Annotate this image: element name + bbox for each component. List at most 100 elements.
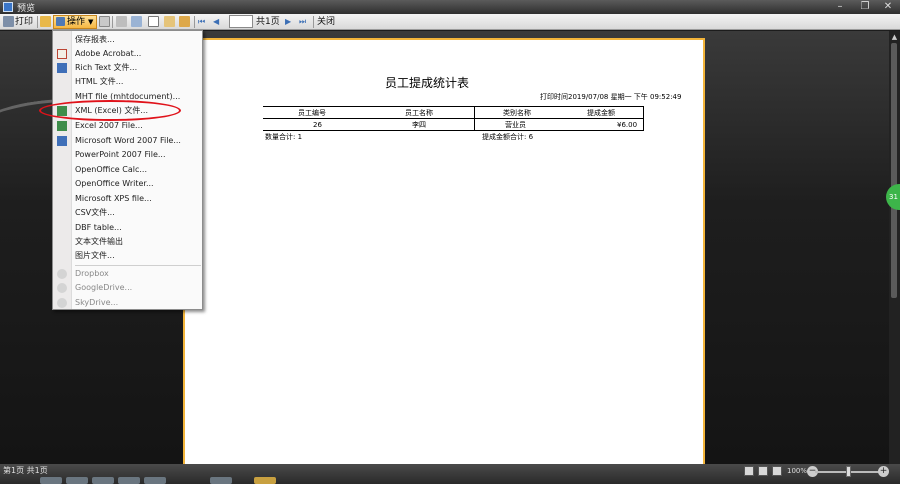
menu-item-text[interactable]: 文本文件输出 (53, 235, 203, 249)
menu-item-label: 图片文件... (75, 251, 115, 260)
menu-item-xps[interactable]: Microsoft XPS file... (53, 192, 203, 206)
report-title: 员工提成统计表 (385, 76, 470, 90)
table-header-line (263, 118, 644, 119)
toolbar-separator (313, 16, 314, 28)
email-icon[interactable] (99, 16, 110, 27)
menu-item-rtf[interactable]: Rich Text 文件... (53, 61, 203, 75)
zoom-in-button[interactable]: + (878, 466, 889, 477)
title-bar: 预览 – ❐ ✕ (0, 0, 900, 14)
menu-item-label: Microsoft XPS file... (75, 194, 152, 203)
menu-item-excel-2007[interactable]: Excel 2007 File... (53, 119, 203, 133)
table-cell: 李四 (412, 121, 426, 129)
menu-item-pdf[interactable]: Adobe Acrobat... (53, 47, 203, 61)
menu-item-openoffice-calc[interactable]: OpenOffice Calc... (53, 163, 203, 177)
single-page-view-icon[interactable] (744, 466, 754, 476)
printer-icon[interactable] (3, 16, 14, 27)
page-setup-icon[interactable] (148, 16, 159, 27)
table-top-line (263, 106, 644, 107)
column-header: 员工编号 (298, 109, 326, 117)
column-header: 员工名称 (405, 109, 433, 117)
two-page-view-icon[interactable] (758, 466, 768, 476)
column-header: 类别名称 (503, 109, 531, 117)
window-title: 预览 (17, 4, 36, 14)
save-icon (56, 17, 65, 26)
next-page-icon[interactable]: ▶ (285, 15, 291, 29)
first-page-icon[interactable]: ⏮ (198, 15, 205, 29)
edit-icon[interactable] (164, 16, 175, 27)
export-button[interactable]: 操作 ▼ (53, 15, 97, 29)
cloud-icon (57, 269, 67, 279)
menu-item-dbf[interactable]: DBF table... (53, 221, 203, 235)
close-preview-button[interactable]: 关闭 (317, 15, 335, 29)
pdf-icon (57, 49, 67, 59)
summary-count: 数量合计: 1 (265, 133, 303, 141)
menu-item-label: Excel 2007 File... (75, 121, 143, 130)
menu-item-label: PowerPoint 2007 File... (75, 150, 166, 159)
cloud-icon (57, 283, 67, 293)
menu-item-label: SkyDrive... (75, 298, 119, 307)
table-cell: ¥6.00 (617, 121, 638, 129)
table-cell: 营业员 (505, 121, 526, 129)
menu-item-label: Adobe Acrobat... (75, 49, 142, 58)
print-time: 打印时间2019/07/08 星期一 下午 09:52:49 (540, 93, 682, 101)
menu-item-label: CSV文件... (75, 208, 115, 217)
total-pages-label: 共1页 (256, 17, 280, 27)
menu-item-image[interactable]: 图片文件... (53, 249, 203, 263)
export-button-label: 操作 (67, 17, 86, 27)
menu-item-label: Microsoft Word 2007 File... (75, 136, 181, 145)
menu-item-save-report[interactable]: 保存报表... (53, 33, 203, 47)
excel-icon (57, 121, 67, 131)
app-icon (3, 2, 13, 12)
prev-page-icon[interactable]: ◀ (213, 15, 219, 29)
watermark-icon[interactable] (179, 16, 190, 27)
table-cell: 26 (313, 121, 322, 129)
toolbar-separator (37, 16, 38, 28)
toolbar: 打印 操作 ▼ ⏮ ◀ 共1页 ▶ ⏭ 关闭 (0, 14, 900, 30)
menu-item-label: HTML 文件... (75, 77, 124, 86)
find-icon[interactable] (116, 16, 127, 27)
column-header: 提成金额 (587, 109, 615, 117)
page-status: 第1页 共1页 (3, 466, 48, 475)
print-button[interactable]: 打印 (15, 15, 33, 29)
menu-item-powerpoint[interactable]: PowerPoint 2007 File... (53, 148, 203, 162)
zoom-level: 100% (787, 467, 808, 475)
menu-item-label: OpenOffice Writer... (75, 179, 154, 188)
menu-item-html[interactable]: HTML 文件... (53, 75, 203, 89)
scroll-up-icon[interactable]: ▲ (891, 33, 898, 41)
menu-item-label: 保存报表... (75, 35, 115, 44)
menu-item-google-drive: GoogleDrive... (53, 281, 203, 295)
menu-item-label: GoogleDrive... (75, 283, 133, 292)
menu-item-csv[interactable]: CSV文件... (53, 206, 203, 220)
word-icon (57, 136, 67, 146)
highlight-ellipse (39, 100, 181, 121)
open-folder-icon[interactable] (40, 16, 51, 27)
word-icon (57, 63, 67, 73)
minimize-button[interactable]: – (832, 0, 848, 14)
multi-page-view-icon[interactable] (772, 466, 782, 476)
menu-item-label: DBF table... (75, 223, 122, 232)
status-bar: 第1页 共1页 100% − + (0, 464, 900, 484)
menu-item-label: 文本文件输出 (75, 237, 123, 246)
menu-item-label: Rich Text 文件... (75, 63, 138, 72)
page-number-input[interactable] (229, 15, 253, 28)
taskbar-strip (0, 477, 300, 484)
menu-separator (75, 265, 201, 266)
table-bottom-line (263, 130, 644, 131)
scrollbar-thumb[interactable] (891, 43, 897, 298)
toolbar-separator (112, 16, 113, 28)
restore-button[interactable]: ❐ (857, 0, 873, 14)
summary-amount: 提成金额合计: 6 (482, 133, 534, 141)
last-page-icon[interactable]: ⏭ (299, 15, 306, 29)
cloud-icon (57, 298, 67, 308)
close-window-button[interactable]: ✕ (880, 0, 896, 14)
menu-item-label: Dropbox (75, 269, 109, 278)
menu-item-skydrive: SkyDrive... (53, 296, 203, 310)
menu-item-word-2007[interactable]: Microsoft Word 2007 File... (53, 134, 203, 148)
toolbar-separator (194, 16, 195, 28)
menu-item-label: OpenOffice Calc... (75, 165, 147, 174)
export-menu: 保存报表... Adobe Acrobat... Rich Text 文件...… (52, 30, 203, 310)
vertical-scrollbar[interactable]: ▲ (889, 31, 900, 464)
zoom-slider-knob[interactable] (846, 466, 851, 477)
menu-item-openoffice-writer[interactable]: OpenOffice Writer... (53, 177, 203, 191)
single-page-icon[interactable] (131, 16, 142, 27)
